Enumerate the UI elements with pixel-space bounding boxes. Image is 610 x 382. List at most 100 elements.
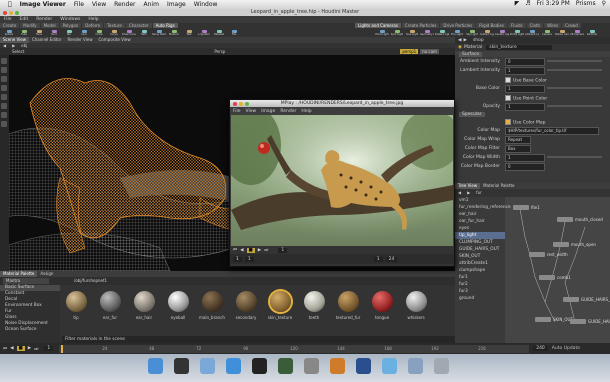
material-thumbnail[interactable] (100, 291, 121, 312)
mplay-play-back-icon[interactable]: ◀ (240, 248, 243, 253)
menu-window[interactable]: Window (194, 1, 218, 8)
dock-finder-icon[interactable] (148, 358, 163, 374)
mplay-close-icon[interactable] (233, 101, 237, 106)
material-thumbnail[interactable] (168, 291, 189, 312)
mplay-range-step[interactable]: 1 (373, 256, 383, 262)
mplay-menu-render[interactable]: Render (280, 109, 296, 114)
mplay-menu-file[interactable]: File (233, 109, 241, 114)
menu-anim[interactable]: Anim (144, 1, 159, 8)
shelf-tool-grid[interactable]: Grid (47, 30, 61, 36)
shelf-tool-l-system[interactable]: L-System (197, 30, 211, 36)
mplay-menu-help[interactable]: Help (301, 109, 311, 114)
tab-assign[interactable]: Assign (37, 271, 56, 277)
network-node[interactable] (557, 217, 573, 222)
filter-text[interactable]: Filter materials in the scene (65, 337, 125, 342)
tab-specular[interactable]: Specular (459, 111, 485, 117)
shelf-tool-null[interactable]: Null (62, 30, 76, 36)
tree-item[interactable]: SKIN_OUT (455, 253, 505, 260)
shelf-tool-curve[interactable]: Curve (107, 30, 121, 36)
dock-activity-monitor-icon[interactable] (278, 358, 293, 374)
dock-system-preferences-icon[interactable] (304, 358, 319, 374)
library-dropdown[interactable]: Mantra (3, 278, 49, 284)
select-tool-icon[interactable] (1, 58, 7, 64)
shelf-tool-path[interactable]: Path (137, 30, 151, 36)
tab-material-palette-bottom[interactable]: Material Palette (0, 271, 38, 277)
shelf-tab-texture[interactable]: Texture (104, 23, 125, 28)
forward-arrow-icon[interactable]: ▶ (463, 38, 466, 43)
scale-tool-icon[interactable] (1, 85, 7, 91)
shelf-tool-file[interactable]: File (227, 30, 241, 36)
use-base-color-checkbox[interactable]: Use Base Color (505, 77, 547, 84)
mplay-title-bar[interactable]: MPlay : /HOUDINI/RENDERS/Leopard_in_appl… (230, 100, 454, 107)
shelf-tool-text[interactable]: Text (182, 30, 196, 36)
param-field[interactable]: 0 (505, 163, 545, 171)
network-path[interactable]: fur (473, 190, 485, 196)
mplay-stop-icon[interactable]: ■ (246, 247, 255, 253)
param-field[interactable]: 1 (505, 154, 545, 162)
hmenu-help[interactable]: Help (84, 17, 102, 22)
menu-view[interactable]: View (92, 1, 106, 8)
param-slider[interactable] (547, 60, 602, 62)
volume-icon[interactable]: ♬ (525, 0, 530, 7)
tree-item[interactable]: ground (455, 295, 505, 302)
dock-mail-icon[interactable] (200, 358, 215, 374)
param-field[interactable]: 1 (505, 67, 545, 75)
mplay-range-start[interactable]: 1 (233, 256, 242, 262)
node-name-field[interactable]: skin_texture (486, 45, 553, 50)
material-thumbnail[interactable] (406, 291, 427, 312)
network-node[interactable] (535, 317, 551, 322)
color-map-field[interactable]: $HIP/textures/fur_color_tip.tif (505, 127, 599, 135)
network-node[interactable] (529, 252, 545, 257)
network-node[interactable] (539, 275, 555, 280)
forward-arrow-icon[interactable]: ▶ (464, 190, 473, 196)
tab-surface[interactable]: Surface (459, 51, 483, 57)
menu-file[interactable]: File (74, 1, 84, 8)
network-node[interactable] (513, 205, 529, 210)
tree-item[interactable]: fur1 (455, 274, 505, 281)
dock-preview-icon[interactable] (382, 358, 397, 374)
hmenu-edit[interactable]: Edit (16, 17, 33, 22)
shelf-tool-distant-light[interactable]: Distant Light (435, 30, 449, 36)
network-node[interactable] (553, 242, 569, 247)
playbar-last-icon[interactable]: ⏭ (34, 346, 38, 352)
shelf-tab-crowd[interactable]: Crowd (562, 23, 581, 28)
use-point-color-checkbox[interactable]: Use Point Color (505, 95, 547, 102)
rotate-tool-icon[interactable] (1, 76, 7, 82)
close-icon[interactable] (3, 10, 7, 15)
shelf-tool-portal-light[interactable]: Portal Light (510, 30, 524, 36)
param-field[interactable]: 1 (505, 103, 545, 111)
param-field[interactable]: Repeat (505, 136, 531, 144)
shelf-tool-geometry-light[interactable]: Geometry Light (420, 30, 434, 36)
param-path[interactable]: shop (473, 38, 484, 43)
shelf-tool-tube[interactable]: Tube (17, 30, 31, 36)
shelf-tool-sphere[interactable]: Sphere (2, 30, 16, 36)
mplay-play-icon[interactable]: ▶ (258, 248, 261, 253)
mplay-first-frame-icon[interactable]: ⏮ (233, 247, 237, 253)
tree-item[interactable]: ear_hair (455, 211, 505, 218)
tree-item[interactable]: fur3 (455, 288, 505, 295)
mplay-minimize-icon[interactable] (239, 101, 243, 106)
shelf-tab-polygon[interactable]: Polygon (59, 23, 82, 28)
param-slider[interactable] (547, 87, 602, 89)
tree-item[interactable]: eyes (455, 225, 505, 232)
dock-terminal-icon[interactable] (252, 358, 267, 374)
mplay-window[interactable]: MPlay : /HOUDINI/RENDERS/Leopard_in_appl… (229, 99, 455, 267)
material-thumbnail[interactable] (372, 291, 393, 312)
material-thumbnail[interactable] (270, 291, 291, 312)
shelf-tool-ambient-light[interactable]: Ambient Light (525, 30, 539, 36)
tree-item[interactable]: tip_light (455, 232, 505, 239)
shelf-tab-deform[interactable]: Deform (82, 23, 104, 28)
tree-item[interactable]: GUIDE_HAIRS_OUT (455, 246, 505, 253)
shelf-tab-fluids[interactable]: Fluids (507, 23, 526, 28)
shelf-tool-point-light[interactable]: Point Light (375, 30, 389, 36)
shelf-tool-sky-light[interactable]: Sky Light (465, 30, 479, 36)
hmenu-windows[interactable]: Windows (56, 17, 84, 22)
back-arrow-icon[interactable]: ◀ (455, 190, 464, 196)
mplay-last-frame-icon[interactable]: ⏭ (264, 247, 268, 253)
user-name[interactable]: Prisms (576, 0, 596, 7)
shelf-tab-lights[interactable]: Lights and Cameras (355, 23, 401, 28)
shelf-tool-spray-paint[interactable]: Spray Paint (152, 30, 166, 36)
dock-safari-icon[interactable] (226, 358, 241, 374)
playbar-first-icon[interactable]: ⏮ (3, 346, 7, 352)
tree-item[interactable]: ear_fur_hair (455, 218, 505, 225)
